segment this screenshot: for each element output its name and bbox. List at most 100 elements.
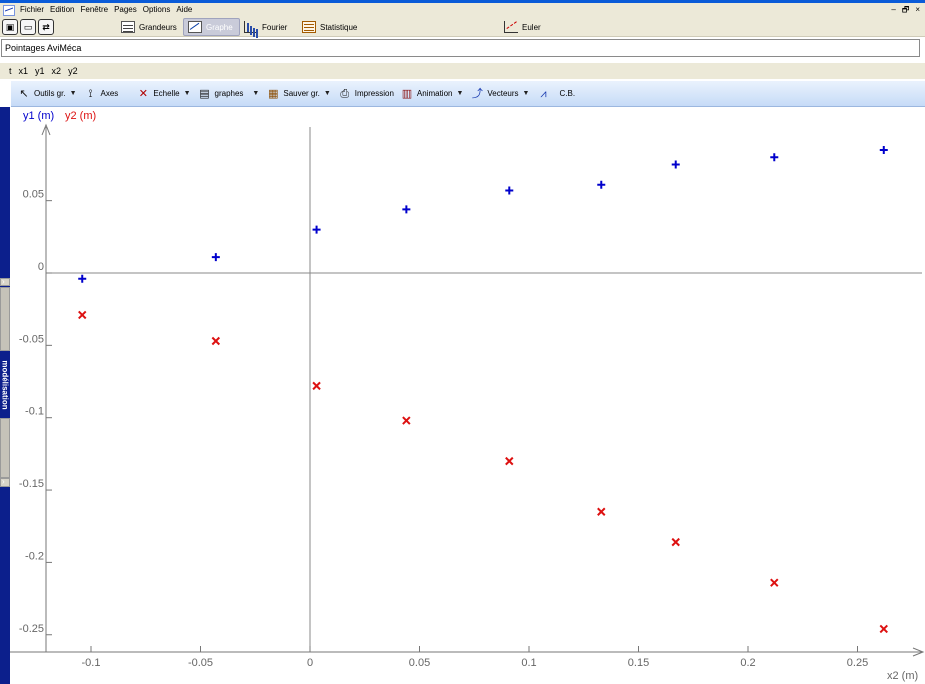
restore-button[interactable]: 🗗 [901,3,911,17]
point-y1 [312,225,321,234]
outils-button[interactable]: ↖ Outils gr. ▼ [14,84,81,104]
euler-icon [504,21,518,33]
side-expand-bottom[interactable]: › [0,477,10,487]
cursor-icon: ↖ [19,87,29,100]
printer-icon: ⎙ [340,87,350,100]
y-tick-label: 0 [38,261,44,273]
impression-label: Impression [354,89,394,98]
tab-fourier-label: Fourier [262,22,288,32]
tab-graphe[interactable]: Graphe [183,18,240,36]
open-folder-icon[interactable]: ▭ [20,19,36,35]
point-y2 [879,624,888,634]
vecteurs-dropdown-icon[interactable]: ▼ [523,90,530,97]
cb-button[interactable]: ⩘ C.B. [533,84,578,104]
outils-label: Outils gr. [34,89,66,98]
axes-icon: ⟟ [88,87,93,100]
sauver-dropdown-icon[interactable]: ▼ [324,90,331,97]
chevron-right-icon: › [2,477,5,486]
x-axis-label: x2 (m) [887,670,918,682]
scale-icon: ✕ [138,87,148,100]
point-y2 [78,310,87,320]
axes-label: Axes [100,89,119,98]
point-y1 [402,205,411,214]
side-splitter-top[interactable] [0,287,10,351]
point-y2 [505,456,514,466]
marks-layer [78,146,888,634]
menu-pages[interactable]: Pages [111,3,140,17]
variable-t[interactable]: t [9,66,12,76]
save-icon[interactable]: ▣ [2,19,18,35]
y-tick-label: -0.05 [19,333,44,345]
document-title-field[interactable]: Pointages AviMéca [1,39,920,57]
variable-x2[interactable]: x2 [52,66,62,76]
vecteurs-label: Vecteurs [487,89,519,98]
y-tick-label: -0.25 [19,623,44,635]
point-y1 [879,146,888,155]
graphes-dropdown-icon[interactable]: ▼ [252,90,259,97]
scatter-chart[interactable]: -0.1 -0.05 0 0.05 0.1 0.15 0.2 0.25 0.05 0 -0.05 -0… [10,107,925,684]
variable-x1[interactable]: x1 [19,66,29,76]
menu-bar: Fichier Edition Fenêtre Pages Options Ai… [0,3,925,17]
minimize-button[interactable]: – [890,3,896,17]
tab-grandeurs[interactable]: Grandeurs [117,18,181,36]
x-tick-label: -0.1 [82,657,101,669]
point-y2 [312,381,321,391]
point-y2 [671,537,680,547]
outils-dropdown-icon[interactable]: ▼ [70,90,77,97]
tab-euler[interactable]: Euler [500,18,545,36]
cb-icon: ⩘ [540,87,547,100]
variable-y2[interactable]: y2 [68,66,78,76]
y-tick-label: -0.1 [25,406,44,418]
x-tick-label: 0.2 [740,657,755,669]
film-icon: ▥ [401,87,413,100]
echelle-label: Echelle [153,89,180,98]
graphes-label: graphes [214,89,244,98]
echelle-button[interactable]: ✕ Echelle ▼ [133,84,194,104]
axes-layer: -0.1 -0.05 0 0.05 0.1 0.15 0.2 0.25 0.05 0 -0.05 -0… [10,123,925,669]
x-tick-label: 0.25 [847,657,868,669]
window-controls: – 🗗 × [890,3,921,17]
sauver-button[interactable]: ▦ Sauver gr. ▼ [263,84,334,104]
menu-aide[interactable]: Aide [173,3,195,17]
tab-grandeurs-label: Grandeurs [139,22,177,32]
impression-button[interactable]: ⎙ Impression [335,84,397,104]
statistics-icon [302,21,316,33]
variables-bar: t x1 y1 x2 y2 [0,63,925,79]
point-y1 [770,153,779,162]
menu-fichier[interactable]: Fichier [17,3,47,17]
menu-fenetre[interactable]: Fenêtre [77,3,111,17]
point-y2 [211,336,221,346]
graph-toolbar: ↖ Outils gr. ▼ ⟟ Axes ✕ Echelle ▼ ▤ grap… [11,81,925,107]
axes-button[interactable]: ⟟ Axes [81,84,122,104]
table-icon [121,21,135,33]
graphes-button[interactable]: ▤ graphes ▼ [195,84,264,104]
x-tick-label: -0.05 [188,657,213,669]
x-tick-label: 0.1 [521,657,536,669]
animation-button[interactable]: ▥ Animation ▼ [397,84,468,104]
tab-graphe-label: Graphe [206,22,233,32]
tab-statistique-label: Statistique [320,22,358,32]
menu-options[interactable]: Options [140,3,174,17]
close-button[interactable]: × [914,3,921,17]
point-y1 [211,253,220,262]
echelle-dropdown-icon[interactable]: ▼ [184,90,191,97]
tab-statistique[interactable]: Statistique [298,18,361,36]
app-icon[interactable] [3,4,15,16]
point-y2 [770,578,779,587]
modelisation-tab[interactable]: modélisation [0,352,10,418]
side-expand-top[interactable]: › [0,277,10,286]
menu-edition[interactable]: Edition [47,3,77,17]
vecteurs-button[interactable]: ⤴ Vecteurs ▼ [467,84,533,104]
x-tick-label: 0.15 [628,657,649,669]
y-tick-label: -0.15 [19,478,44,490]
tab-fourier[interactable]: Fourier [240,18,291,36]
variable-y1[interactable]: y1 [35,66,45,76]
cb-label: C.B. [559,89,576,98]
point-y1 [505,186,514,195]
x-tick-label: 0 [307,657,313,669]
swap-icon[interactable]: ⇄ [38,19,54,35]
point-y1 [597,180,606,189]
side-splitter-bottom[interactable] [0,418,10,478]
point-y1 [671,160,680,169]
animation-dropdown-icon[interactable]: ▼ [456,90,463,97]
